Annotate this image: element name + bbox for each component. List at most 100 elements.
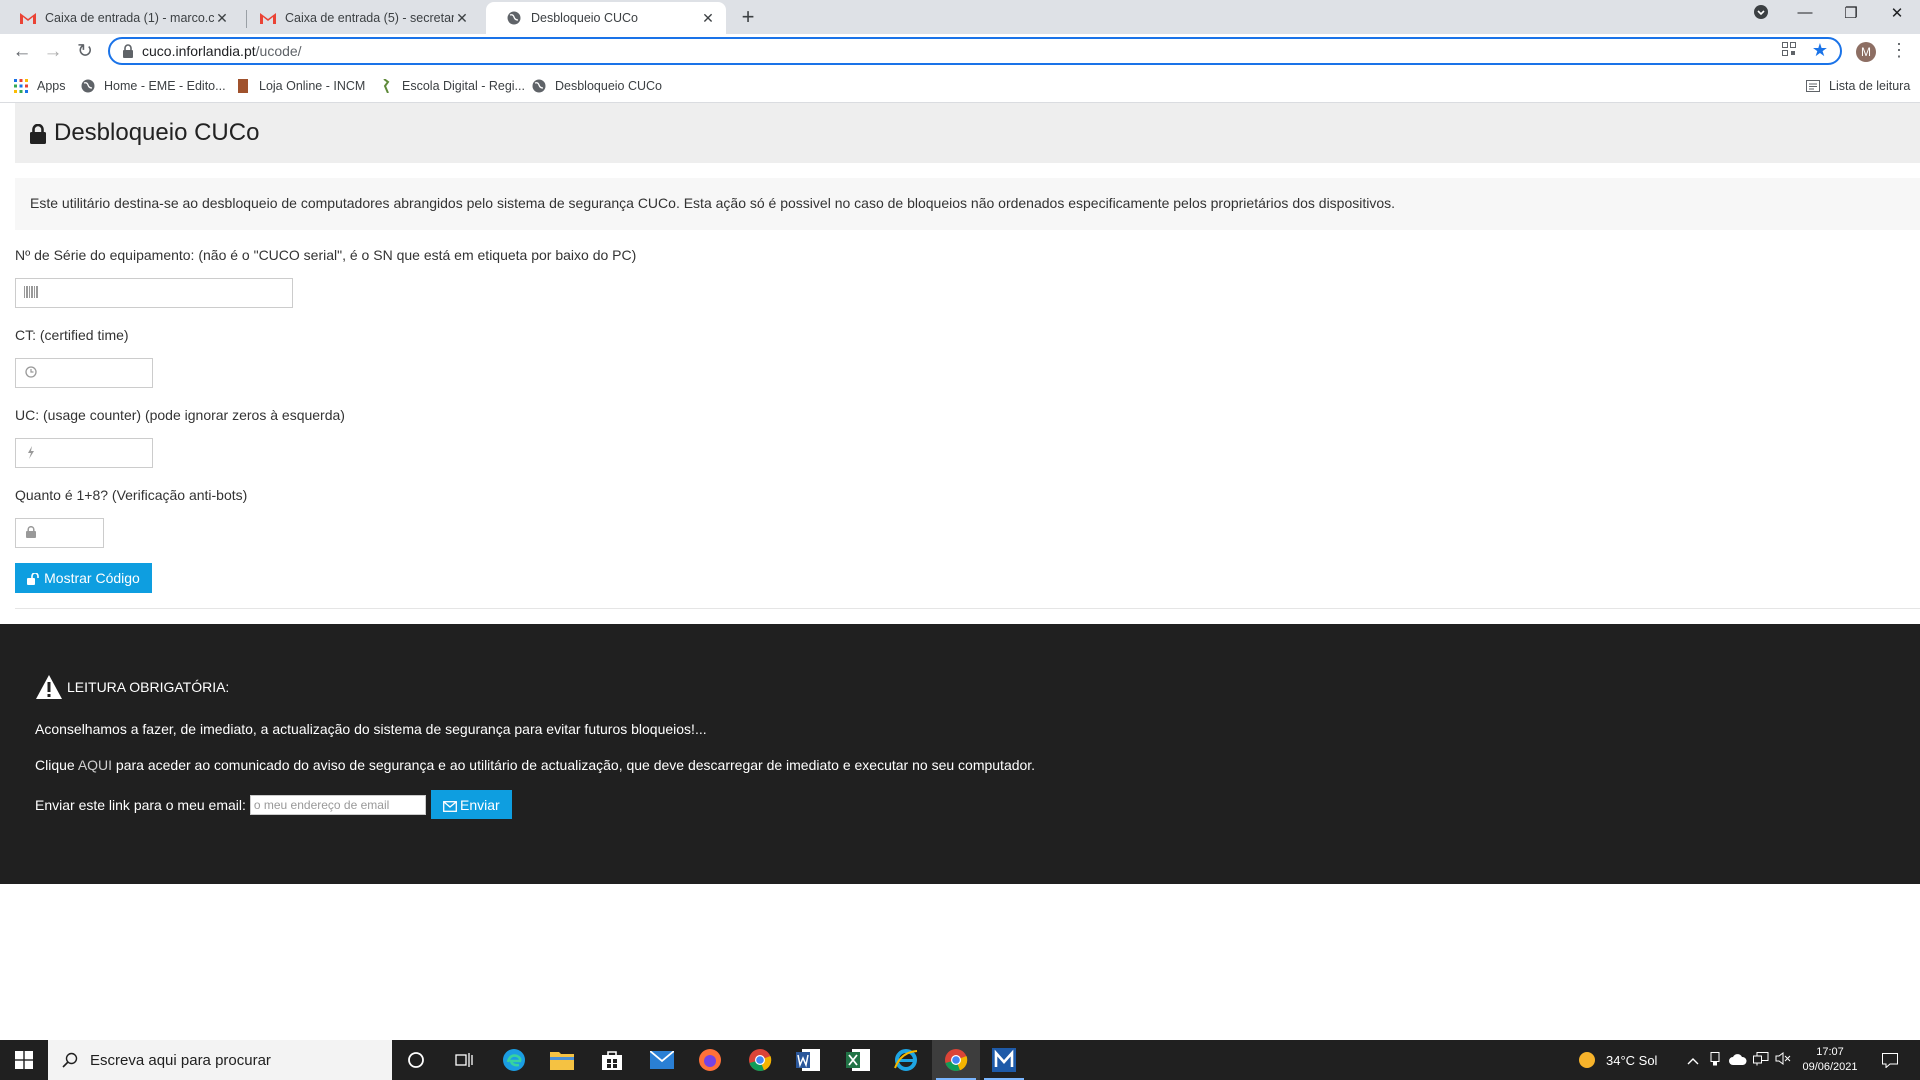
weather-widget[interactable]: 34°C Sol: [1578, 1040, 1657, 1080]
clock-icon: [24, 366, 38, 380]
sun-icon: [1579, 1052, 1595, 1068]
bookmark-incm[interactable]: Loja Online - INCM: [236, 76, 365, 96]
system-tray: [1682, 1040, 1794, 1080]
taskbar-mail[interactable]: [638, 1040, 686, 1080]
close-tab-icon[interactable]: ✕: [214, 10, 230, 27]
task-view-icon: [455, 1053, 473, 1067]
serial-input[interactable]: [15, 278, 293, 308]
task-view-button[interactable]: [440, 1040, 488, 1080]
taskbar-file-explorer[interactable]: [538, 1040, 586, 1080]
bookmark-eme[interactable]: Home - EME - Edito...: [81, 76, 226, 96]
profile-avatar[interactable]: M: [1856, 42, 1876, 62]
info-box: Este utilitário destina-se ao desbloquei…: [15, 178, 1920, 230]
tab-search-icon[interactable]: [1738, 4, 1784, 28]
search-icon: [62, 1052, 78, 1068]
restore-button[interactable]: ❐: [1828, 4, 1874, 28]
cortana-icon: [408, 1052, 424, 1068]
email-row: Enviar este link para o meu email: Envia…: [35, 790, 512, 819]
chevron-up-icon[interactable]: [1682, 1053, 1704, 1068]
unlock-icon: [27, 572, 40, 585]
envelope-icon: [443, 799, 457, 812]
tab-strip: Caixa de entrada (1) - marco.cordeiro ✕ …: [0, 0, 1920, 34]
qr-code-icon[interactable]: [1780, 42, 1798, 60]
reload-button[interactable]: ↻: [73, 40, 97, 64]
captcha-label: Quanto é 1+8? (Verificação anti-bots): [15, 487, 248, 503]
taskbar-store[interactable]: [588, 1040, 636, 1080]
close-tab-icon[interactable]: ✕: [454, 10, 470, 27]
url-text: cuco.inforlandia.pt/ucode/: [142, 43, 302, 59]
show-code-button[interactable]: Mostrar Código: [15, 563, 152, 593]
gmail-icon: [20, 10, 36, 26]
folder-icon: [550, 1052, 574, 1070]
word-icon: [796, 1049, 820, 1071]
browser-toolbar: ← → ↻ cuco.inforlandia.pt/ucode/ ★ M ⋮: [0, 34, 1920, 70]
taskbar-search[interactable]: Escreva aqui para procurar: [48, 1040, 392, 1080]
bookmark-star-icon[interactable]: ★: [1812, 40, 1828, 61]
taskbar-excel[interactable]: [834, 1040, 882, 1080]
windows-icon: [15, 1051, 33, 1069]
chrome-icon: [749, 1049, 772, 1072]
page-content: Desbloqueio CUCo Este utilitário destina…: [0, 103, 1920, 1040]
mail-icon: [650, 1051, 674, 1069]
reading-list[interactable]: Lista de leitura: [1806, 76, 1910, 96]
captcha-input[interactable]: [15, 518, 104, 548]
reading-list-icon: [1806, 79, 1820, 93]
lock-icon[interactable]: [122, 44, 136, 58]
page-header: Desbloqueio CUCo: [15, 103, 1920, 163]
browser-chrome: Caixa de entrada (1) - marco.cordeiro ✕ …: [0, 0, 1920, 103]
new-tab-button[interactable]: +: [738, 4, 758, 30]
tab-desbloqueio[interactable]: Desbloqueio CUCo ✕: [486, 2, 726, 34]
apps-grid-icon: [14, 79, 28, 93]
bookmark-desbloqueio[interactable]: Desbloqueio CUCo: [532, 76, 662, 96]
taskbar-app-m[interactable]: [980, 1040, 1028, 1080]
warning-footer: LEITURA OBRIGATÓRIA: Aconselhamos a faze…: [0, 624, 1920, 884]
taskbar-chrome[interactable]: [736, 1040, 784, 1080]
usb-icon[interactable]: [1704, 1051, 1726, 1069]
start-button[interactable]: [0, 1040, 48, 1080]
bookmark-escola-digital[interactable]: Escola Digital - Regi...: [379, 76, 525, 96]
clock[interactable]: 17:07 09/06/2021: [1790, 1045, 1870, 1075]
aqui-link[interactable]: AQUI: [78, 757, 112, 773]
bookmark-icon: [379, 79, 393, 93]
excel-icon: [846, 1049, 870, 1071]
globe-icon: [506, 10, 522, 26]
ct-input[interactable]: [15, 358, 153, 388]
notifications-button[interactable]: [1870, 1040, 1910, 1080]
m-app-icon: [992, 1048, 1016, 1072]
tab-gmail-1[interactable]: Caixa de entrada (1) - marco.cordeiro ✕: [0, 2, 240, 34]
ct-label: CT: (certified time): [15, 327, 129, 343]
store-icon: [602, 1051, 622, 1070]
click-here-text: Clique AQUI para aceder ao comunicado do…: [35, 757, 1036, 773]
warning-heading: LEITURA OBRIGATÓRIA:: [35, 674, 229, 700]
onedrive-icon[interactable]: [1726, 1053, 1750, 1068]
close-window-button[interactable]: ✕: [1874, 4, 1920, 28]
taskbar-firefox[interactable]: [686, 1040, 734, 1080]
barcode-icon: [24, 286, 38, 300]
email-input[interactable]: [249, 794, 426, 815]
taskbar-internet-explorer[interactable]: [882, 1040, 930, 1080]
globe-icon: [532, 79, 546, 93]
firefox-icon: [699, 1049, 721, 1071]
send-button[interactable]: Enviar: [430, 790, 512, 819]
minimize-button[interactable]: —: [1782, 4, 1828, 28]
taskbar-edge[interactable]: [490, 1040, 538, 1080]
taskbar-word[interactable]: [784, 1040, 832, 1080]
update-advice-text: Aconselhamos a fazer, de imediato, a act…: [35, 721, 707, 737]
divider: [15, 608, 1920, 609]
address-bar[interactable]: cuco.inforlandia.pt/ucode/ ★: [108, 37, 1842, 65]
serial-label: Nº de Série do equipamento: (não é o "CU…: [15, 247, 637, 263]
lock-icon: [30, 123, 48, 144]
menu-icon[interactable]: ⋮: [1890, 40, 1908, 61]
uc-input[interactable]: [15, 438, 153, 468]
cortana-button[interactable]: [392, 1040, 440, 1080]
lock-icon: [24, 526, 38, 540]
close-tab-icon[interactable]: ✕: [700, 10, 716, 27]
taskbar-chrome-active[interactable]: [932, 1040, 980, 1080]
back-button[interactable]: ←: [10, 40, 34, 64]
network-icon[interactable]: [1750, 1051, 1772, 1069]
chrome-icon: [945, 1049, 968, 1072]
forward-button[interactable]: →: [41, 40, 65, 64]
bookmark-apps[interactable]: Apps: [14, 76, 66, 96]
tab-gmail-2[interactable]: Caixa de entrada (5) - secretaria@ ✕: [240, 2, 480, 34]
page-title: Desbloqueio CUCo: [30, 119, 259, 147]
